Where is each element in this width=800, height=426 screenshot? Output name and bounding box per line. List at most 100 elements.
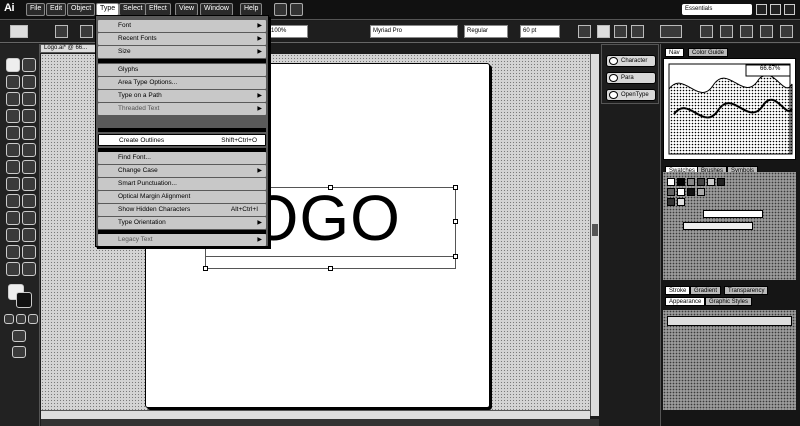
- tab-graphic-styles[interactable]: Graphic Styles: [705, 297, 753, 306]
- panel-character[interactable]: Character: [606, 55, 656, 67]
- menu-item-create-outlines[interactable]: Create Outlines Shift+Ctrl+O: [98, 134, 266, 146]
- stroke-swatch-icon[interactable]: [80, 25, 93, 38]
- menu-item-size[interactable]: Size ▶: [98, 46, 266, 58]
- menu-item-font[interactable]: Font ▶: [98, 20, 266, 32]
- menu-item-area-type-options[interactable]: Area Type Options...: [98, 77, 266, 89]
- arrange-documents-icon[interactable]: [290, 3, 303, 16]
- type-tool-icon[interactable]: [22, 92, 36, 106]
- menu-item-type-on-a-path[interactable]: Type on a Path ▶: [98, 90, 266, 102]
- swatch[interactable]: [687, 178, 695, 186]
- menu-item-smart-punctuation[interactable]: Smart Punctuation...: [98, 178, 266, 190]
- menu-edit[interactable]: Edit: [46, 3, 67, 16]
- font-family-select[interactable]: Myriad Pro: [370, 25, 458, 38]
- panel-paragraph[interactable]: Para: [606, 72, 656, 84]
- handle-top-center[interactable]: [328, 185, 333, 190]
- line-tool-icon[interactable]: [6, 109, 20, 123]
- tab-stroke[interactable]: Stroke: [665, 286, 691, 295]
- lasso-tool-icon[interactable]: [22, 75, 36, 89]
- align-left-icon[interactable]: [597, 25, 610, 38]
- bridge-icon[interactable]: [274, 3, 287, 16]
- zoom-tool-icon[interactable]: [22, 262, 36, 276]
- tab-transparency[interactable]: Transparency: [724, 286, 769, 295]
- hand-tool-icon[interactable]: [6, 262, 20, 276]
- graph-tool-icon[interactable]: [22, 245, 36, 259]
- none-mode-icon[interactable]: [28, 314, 38, 324]
- blob-brush-tool-icon[interactable]: [6, 143, 20, 157]
- blend-tool-icon[interactable]: [22, 228, 36, 242]
- width-tool-icon[interactable]: [6, 177, 20, 191]
- menu-item-recent-fonts[interactable]: Recent Fonts ▶: [98, 33, 266, 45]
- swatch[interactable]: [677, 188, 685, 196]
- align-center-icon[interactable]: [614, 25, 627, 38]
- menu-item-show-hidden-characters[interactable]: Show Hidden Characters Alt+Ctrl+I: [98, 204, 266, 216]
- transform-icon[interactable]: [660, 25, 682, 38]
- workspace-switcher[interactable]: Essentials: [682, 4, 752, 15]
- gradient-mode-icon[interactable]: [16, 314, 26, 324]
- panel-opentype[interactable]: OpenType: [606, 89, 656, 101]
- swatch[interactable]: [677, 198, 685, 206]
- rotate-tool-icon[interactable]: [6, 160, 20, 174]
- swatch[interactable]: [697, 178, 705, 186]
- pencil-tool-icon[interactable]: [22, 126, 36, 140]
- pen-tool-icon[interactable]: [6, 92, 20, 106]
- perspective-grid-tool-icon[interactable]: [22, 194, 36, 208]
- magic-wand-tool-icon[interactable]: [6, 75, 20, 89]
- tab-navigator[interactable]: Nav: [665, 48, 684, 57]
- eraser-tool-icon[interactable]: [22, 143, 36, 157]
- draw-mode-icon[interactable]: [12, 330, 26, 342]
- swatch[interactable]: [687, 188, 695, 196]
- appearance-row[interactable]: [667, 316, 792, 326]
- free-transform-tool-icon[interactable]: [22, 177, 36, 191]
- scale-tool-icon[interactable]: [22, 160, 36, 174]
- menu-item-find-font[interactable]: Find Font...: [98, 152, 266, 164]
- swatch-group[interactable]: [683, 222, 753, 230]
- screen-mode-icon[interactable]: [12, 346, 26, 358]
- menu-item-type-orientation[interactable]: Type Orientation ▶: [98, 217, 266, 229]
- swatch[interactable]: [667, 198, 675, 206]
- swatch[interactable]: [707, 178, 715, 186]
- handle-bottom-center[interactable]: [328, 266, 333, 271]
- paintbrush-tool-icon[interactable]: [6, 126, 20, 140]
- swatch[interactable]: [667, 188, 675, 196]
- minimize-icon[interactable]: [756, 4, 767, 15]
- menu-item-threaded-text[interactable]: Threaded Text ▶: [98, 103, 266, 115]
- opacity-field[interactable]: 100%: [268, 25, 308, 38]
- symbol-sprayer-tool-icon[interactable]: [6, 245, 20, 259]
- maximize-icon[interactable]: [770, 4, 781, 15]
- handle-bottom-left[interactable]: [203, 266, 208, 271]
- tab-appearance[interactable]: Appearance: [665, 297, 706, 306]
- vertical-scrollbar[interactable]: [590, 54, 599, 416]
- isolate-icon[interactable]: [720, 25, 733, 38]
- selection-tool-icon[interactable]: [6, 58, 20, 72]
- swatch[interactable]: [697, 188, 705, 196]
- tab-color-guide[interactable]: Color Guide: [688, 48, 729, 57]
- menu-file[interactable]: File: [26, 3, 46, 16]
- eyedropper-tool-icon[interactable]: [6, 228, 20, 242]
- align-right-icon[interactable]: [631, 25, 644, 38]
- direct-selection-tool-icon[interactable]: [22, 58, 36, 72]
- panel-menu-icon[interactable]: [780, 25, 793, 38]
- horizontal-scrollbar[interactable]: [41, 410, 590, 419]
- tab-gradient[interactable]: Gradient: [690, 286, 722, 295]
- swatch[interactable]: [717, 178, 725, 186]
- document-setup-icon[interactable]: [740, 25, 753, 38]
- color-mode-icon[interactable]: [4, 314, 14, 324]
- handle-middle-right[interactable]: [453, 219, 458, 224]
- fill-swatch-icon[interactable]: [55, 25, 68, 38]
- preferences-icon[interactable]: [760, 25, 773, 38]
- close-icon[interactable]: [784, 4, 795, 15]
- menu-item-glyphs[interactable]: Glyphs: [98, 64, 266, 76]
- stroke-color-icon[interactable]: [16, 292, 32, 308]
- swatch-slider[interactable]: [703, 210, 763, 218]
- handle-top-right[interactable]: [453, 185, 458, 190]
- swatch[interactable]: [667, 178, 675, 186]
- navigator-zoom[interactable]: 66.67%: [760, 66, 780, 72]
- paragraph-icon[interactable]: [578, 25, 591, 38]
- shape-builder-tool-icon[interactable]: [6, 194, 20, 208]
- swatch[interactable]: [677, 178, 685, 186]
- font-size-field[interactable]: 60 pt: [520, 25, 560, 38]
- menu-item-change-case[interactable]: Change Case ▶: [98, 165, 266, 177]
- align-objects-icon[interactable]: [700, 25, 713, 38]
- handle-bottom-right[interactable]: [453, 254, 458, 259]
- font-style-select[interactable]: Regular: [464, 25, 508, 38]
